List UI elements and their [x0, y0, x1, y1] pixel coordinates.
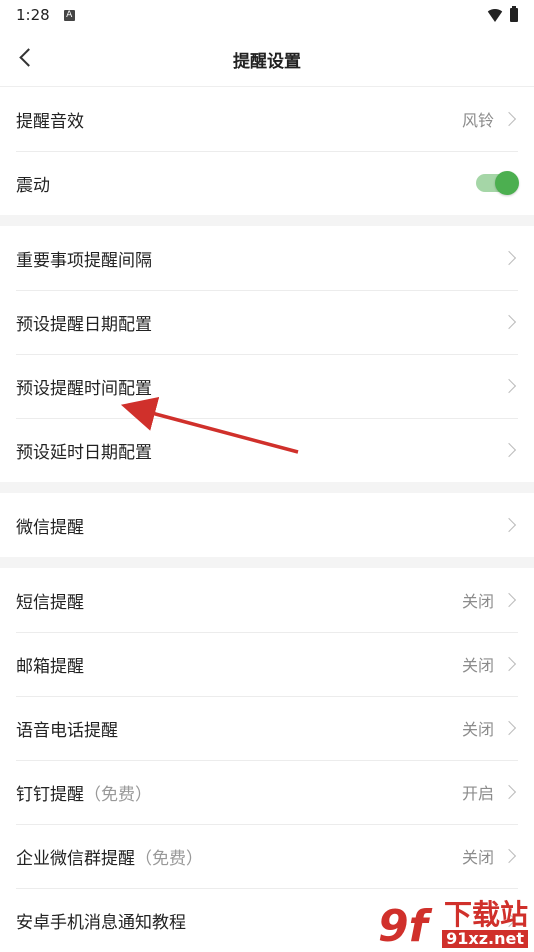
settings-row-value: 关闭 [461, 720, 494, 739]
settings-group: 提醒音效 风铃震动 [0, 87, 534, 215]
settings-row-value: 关闭 [461, 656, 494, 675]
settings-row-label: 重要事项提醒间隔 [16, 250, 152, 271]
settings-row-label: 邮箱提醒 [16, 656, 84, 677]
settings-row-label: 震动 [16, 175, 50, 196]
chevron-right-icon [501, 378, 517, 394]
settings-row-value: 开启 [461, 784, 494, 803]
settings-row-label: 预设提醒时间配置 [16, 378, 152, 399]
settings-row-label: 预设提醒日期配置 [16, 314, 152, 335]
chevron-right-icon [501, 656, 517, 672]
settings-row-label: 安卓手机消息通知教程 [16, 912, 186, 933]
settings-group: 微信提醒 [0, 493, 534, 557]
chevron-right-icon [501, 720, 517, 736]
settings-row[interactable]: 钉钉提醒 （免费） 开启 [0, 760, 534, 824]
group-separator [0, 557, 534, 568]
settings-row-label: 微信提醒 [16, 517, 84, 538]
settings-row-value: 关闭 [461, 848, 494, 867]
chevron-right-icon [501, 848, 517, 864]
settings-row[interactable]: 预设提醒时间配置 [0, 354, 534, 418]
watermark-logo-icon: 9f [378, 901, 433, 947]
settings-row-note: （免费） [135, 848, 203, 869]
watermark-logo-text: 9f [378, 901, 433, 947]
settings-row-value: 风铃 [461, 111, 494, 130]
page-title: 提醒设置 [233, 52, 301, 72]
settings-group: 重要事项提醒间隔 预设提醒日期配置 预设提醒时间配置 预设延时日期配置 [0, 226, 534, 482]
chevron-right-icon [501, 314, 517, 330]
header-bar: 提醒设置 [0, 30, 534, 87]
settings-list: 提醒音效 风铃震动重要事项提醒间隔 预设提醒日期配置 预设提醒时间配置 预设延时日期配置… [0, 87, 534, 952]
settings-row[interactable]: 微信提醒 [0, 493, 534, 557]
settings-row[interactable]: 预设提醒日期配置 [0, 290, 534, 354]
chevron-right-icon [501, 250, 517, 266]
settings-row[interactable]: 提醒音效 风铃 [0, 87, 534, 151]
watermark-url: 91xz.net [442, 930, 528, 948]
settings-row-label: 短信提醒 [16, 592, 84, 613]
chevron-right-icon [501, 592, 517, 608]
settings-row-label: 提醒音效 [16, 111, 84, 132]
vibration-toggle[interactable] [476, 171, 519, 195]
settings-row-label: 语音电话提醒 [16, 720, 118, 741]
settings-row-label: 钉钉提醒 [16, 784, 84, 805]
settings-row[interactable]: 企业微信群提醒 （免费） 关闭 [0, 824, 534, 888]
watermark: 9f 下载站 91xz.net [376, 900, 528, 948]
group-separator [0, 215, 534, 226]
chevron-right-icon [501, 442, 517, 458]
settings-group: 短信提醒 关闭 邮箱提醒 关闭 语音电话提醒 关闭 钉钉提醒 （免费） 开启 企业微信群提醒 （免费… [0, 568, 534, 952]
settings-row[interactable]: 预设延时日期配置 [0, 418, 534, 482]
status-bar: 1:28 A [0, 0, 534, 30]
status-time: 1:28 [16, 6, 50, 24]
settings-row[interactable]: 邮箱提醒 关闭 [0, 632, 534, 696]
toggle-knob [495, 171, 519, 195]
chevron-right-icon [501, 517, 517, 533]
battery-icon [510, 6, 518, 22]
watermark-title: 下载站 [443, 898, 528, 931]
settings-row[interactable]: 震动 [0, 151, 534, 215]
settings-row[interactable]: 语音电话提醒 关闭 [0, 696, 534, 760]
group-separator [0, 482, 534, 493]
settings-row-note: （免费） [84, 784, 152, 805]
wifi-icon [486, 8, 504, 22]
settings-row[interactable]: 重要事项提醒间隔 [0, 226, 534, 290]
settings-row-label: 预设延时日期配置 [16, 442, 152, 463]
notification-icon: A [63, 9, 75, 21]
settings-row[interactable]: 短信提醒 关闭 [0, 568, 534, 632]
settings-row-value: 关闭 [461, 592, 494, 611]
chevron-right-icon [501, 111, 517, 127]
settings-row-label: 企业微信群提醒 [16, 848, 135, 869]
chevron-right-icon [501, 784, 517, 800]
